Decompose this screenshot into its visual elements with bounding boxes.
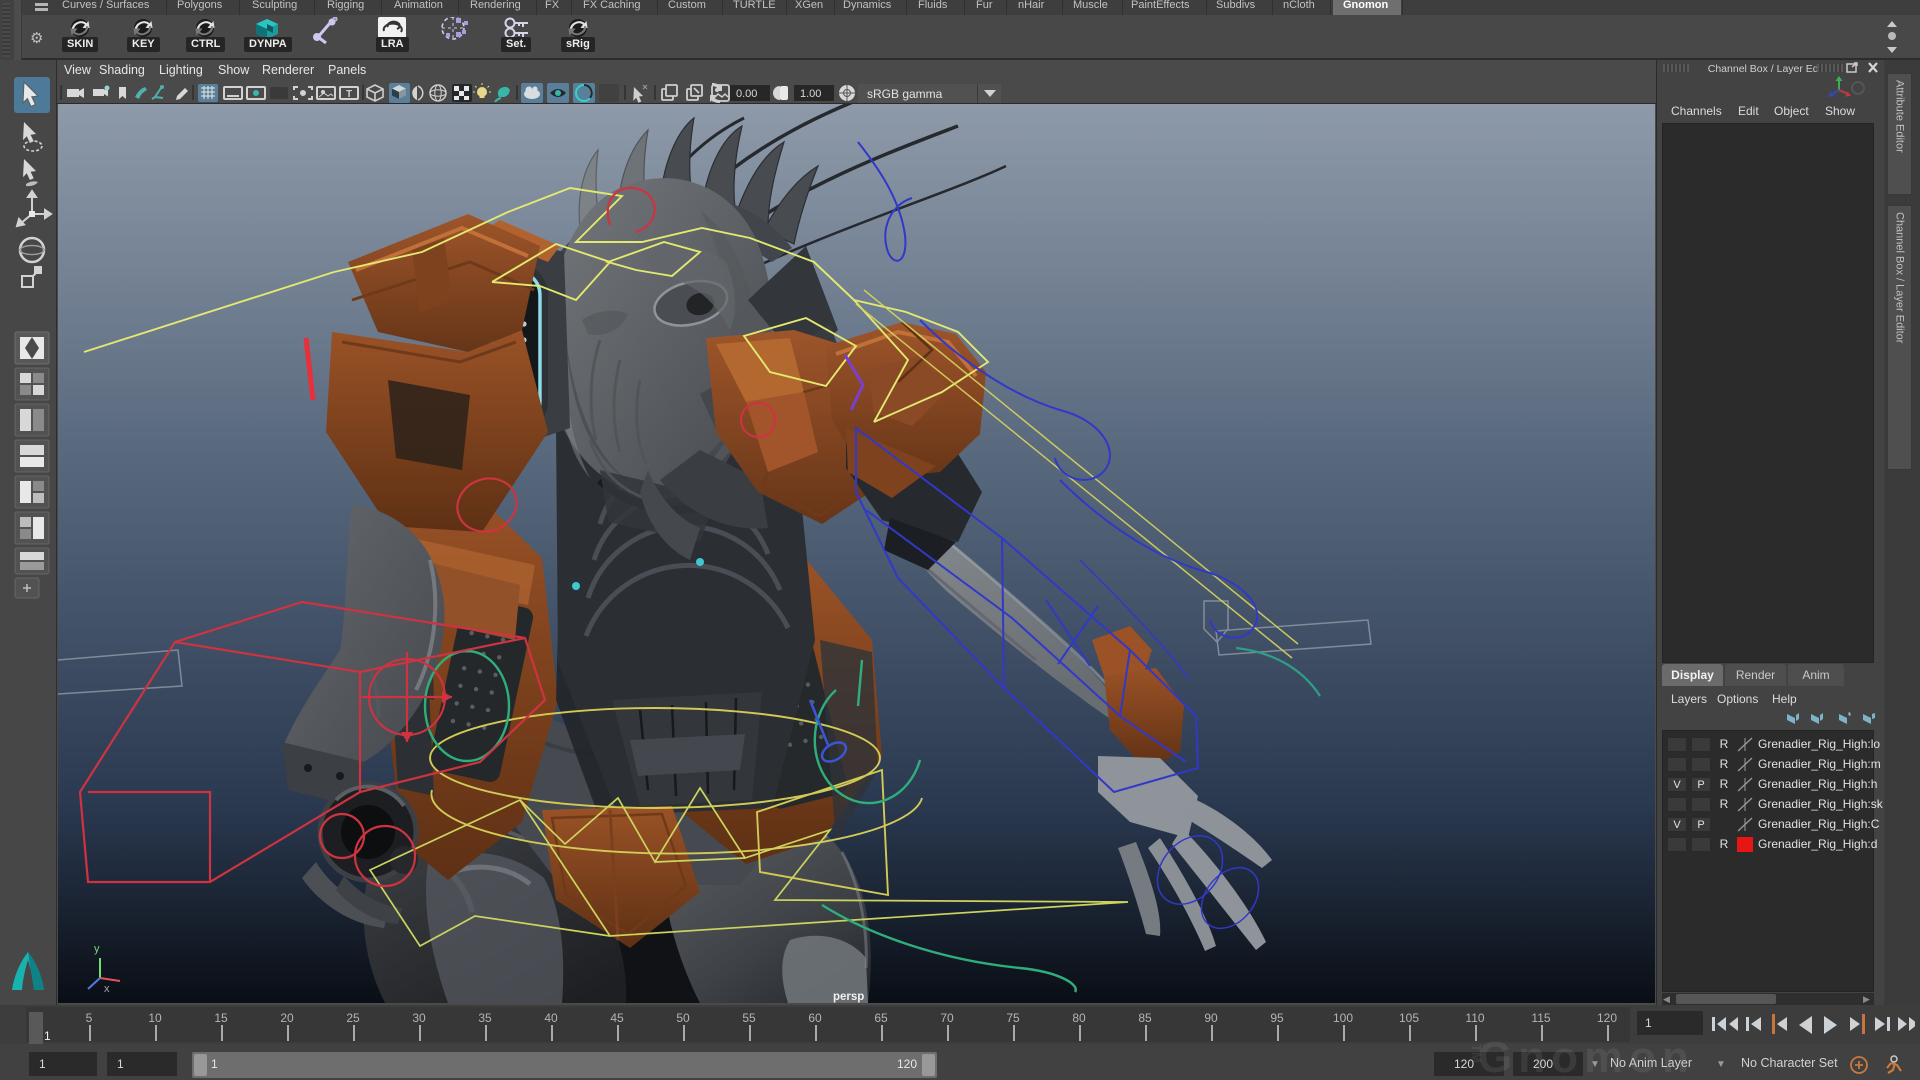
- svg-text:x: x: [104, 983, 110, 995]
- svg-text:T: T: [346, 89, 352, 100]
- svg-text:persp: persp: [833, 991, 864, 1003]
- svg-text:sRGB gamma: sRGB gamma: [867, 87, 943, 101]
- svg-text:0.00: 0.00: [736, 88, 757, 100]
- svg-text:y: y: [94, 943, 100, 955]
- svg-text:1.00: 1.00: [800, 88, 821, 100]
